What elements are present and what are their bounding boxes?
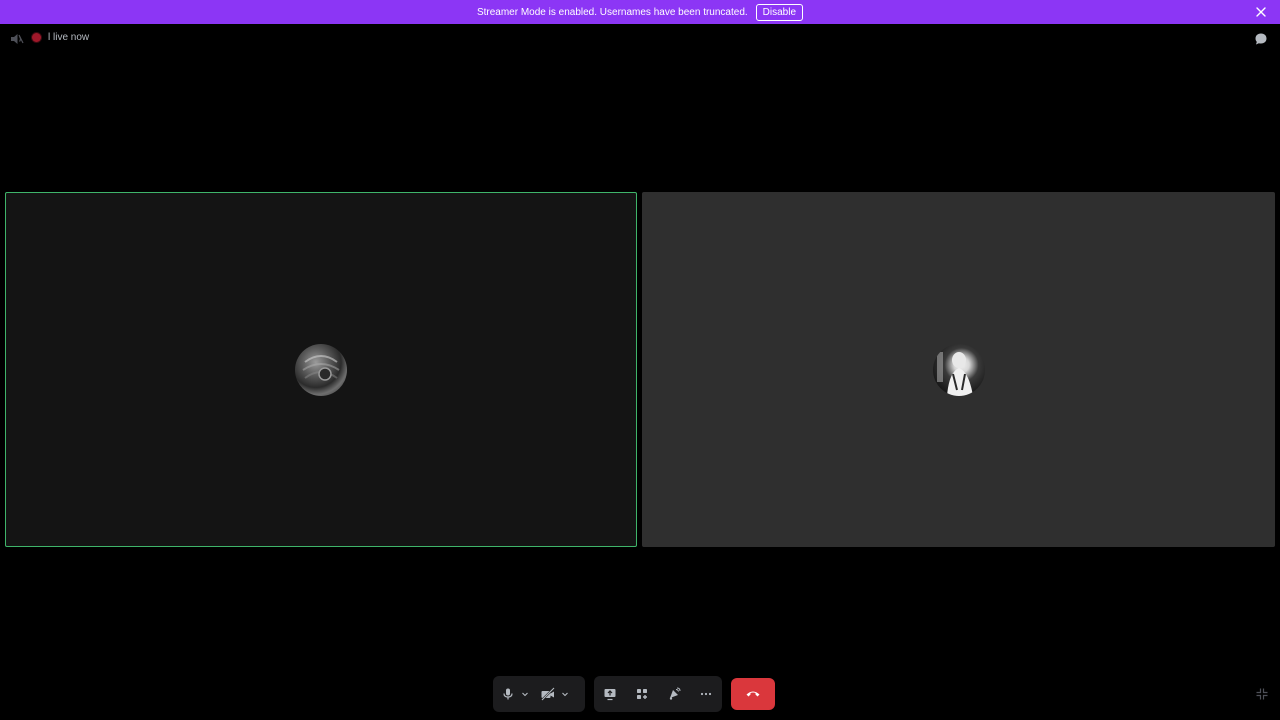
channel-name[interactable]: l live now	[48, 32, 89, 43]
speaker-icon[interactable]	[10, 32, 24, 44]
hang-up-icon	[745, 685, 761, 703]
exit-fullscreen-icon[interactable]	[1255, 687, 1269, 701]
microphone-icon[interactable]	[497, 683, 519, 705]
avatar	[295, 343, 347, 396]
participant-tile-speaking[interactable]	[5, 192, 637, 547]
audio-video-controls	[493, 676, 585, 712]
activity-controls	[594, 676, 722, 712]
live-indicator	[32, 33, 41, 42]
call-header: l live now	[0, 24, 1280, 52]
banner-message: Streamer Mode is enabled. Usernames have…	[476, 6, 748, 18]
call-controls	[0, 676, 1280, 712]
disable-button[interactable]: Disable	[755, 3, 804, 21]
mic-options-chevron-icon[interactable]	[519, 683, 531, 705]
activities-icon[interactable]	[631, 683, 653, 705]
chat-bubble-icon[interactable]	[1254, 32, 1268, 46]
screen-share-icon[interactable]	[599, 683, 621, 705]
soundboard-icon[interactable]	[663, 683, 685, 705]
avatar	[932, 343, 985, 396]
participant-tile[interactable]	[642, 192, 1275, 547]
camera-options-chevron-icon[interactable]	[559, 683, 571, 705]
streamer-mode-banner: Streamer Mode is enabled. Usernames have…	[0, 0, 1280, 24]
hang-up-button[interactable]	[731, 678, 775, 710]
camera-off-icon[interactable]	[537, 683, 559, 705]
more-icon[interactable]	[695, 683, 717, 705]
close-icon[interactable]	[1254, 5, 1268, 19]
